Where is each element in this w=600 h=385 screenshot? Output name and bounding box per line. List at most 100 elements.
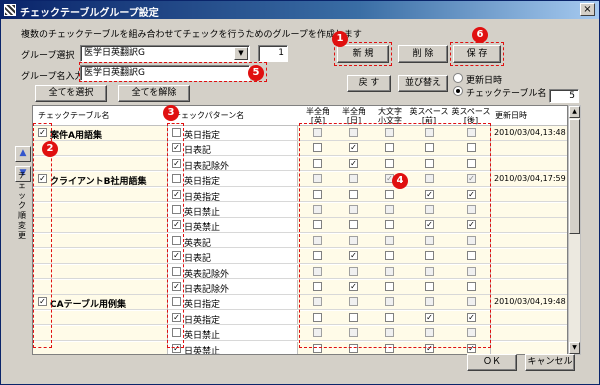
updated-cell	[491, 187, 567, 202]
pattern-label: 日表記除外	[184, 161, 230, 172]
pattern-cell: 英表記除外	[168, 264, 298, 280]
ok-button[interactable]: ＯＫ	[467, 354, 517, 371]
table-name-label: 案件A用語集	[50, 131, 102, 141]
updated-date: 2010/03/04,19:48	[494, 297, 566, 307]
marker-2-badge: 2	[42, 141, 58, 157]
sort-button[interactable]: 並び替え	[398, 75, 448, 92]
description-text: 複数のチェックテーブルを組み合わせてチェックを行うためのグループを作成します	[21, 30, 362, 40]
dialog-window: チェックテーブルグループ設定 × 複数のチェックテーブルを組み合わせてチェックを…	[0, 0, 600, 385]
delete-button[interactable]: 削 除	[398, 45, 448, 63]
col-c2-line1: 半全角	[342, 107, 366, 116]
pattern-label: 英日禁止	[184, 331, 221, 342]
updated-cell	[491, 341, 567, 354]
sort-by-name-radio[interactable]	[453, 86, 463, 96]
pattern-cell: ✓ 日英禁止	[168, 218, 298, 234]
group-select-label: グループ選択	[21, 51, 75, 61]
table-name-label: CAテーブル用例集	[50, 300, 127, 311]
scroll-up-icon[interactable]: ▲	[569, 106, 580, 118]
pattern-label: 英日禁止	[184, 208, 221, 218]
col-pattern-name: チェックパターン名	[173, 111, 245, 120]
title-bar: チェックテーブルグループ設定 ×	[1, 1, 599, 19]
sort-by-date-radio[interactable]	[453, 73, 463, 83]
updated-cell	[491, 156, 567, 171]
table-name-label: クライアントB社用語集	[50, 177, 147, 188]
table-name-cell	[33, 218, 168, 232]
marker-1-badge: 1	[332, 31, 348, 47]
pattern-label: 日表記除外	[184, 285, 230, 295]
table-name-cell	[33, 310, 168, 325]
table-name-cell	[33, 341, 168, 354]
pattern-label: 日表記	[184, 146, 212, 157]
pattern-cell: ✓ 日英禁止	[168, 341, 298, 355]
vertical-scrollbar[interactable]: ▲ ▼	[568, 105, 581, 355]
table-name-cell	[33, 203, 168, 217]
pattern-label: 日表記	[184, 254, 212, 265]
col-c5-line1: 英スペース	[451, 107, 491, 116]
sort-by-name-label: チェックテーブル名	[466, 89, 547, 99]
pattern-cell: ✓ 日表記	[168, 249, 298, 265]
pattern-cell: ✓ 日表記	[168, 141, 298, 157]
chevron-down-icon[interactable]: ▼	[234, 47, 248, 60]
marker-4-badge: 4	[392, 173, 408, 189]
group-name-label: グループ名入力	[21, 72, 84, 82]
pattern-cell: ✓ 日英指定	[168, 187, 298, 203]
marker-6-badge: 6	[472, 27, 488, 43]
group-count-field: 1	[258, 45, 288, 62]
pattern-cell: 英日指定	[168, 295, 298, 311]
col-c4-line1: 英スペース	[409, 107, 449, 116]
pattern-label: 英日指定	[184, 177, 221, 188]
marker-3-outline	[167, 123, 184, 348]
pattern-cell: 英表記	[168, 233, 298, 249]
updated-cell	[491, 141, 567, 155]
table-name-cell	[33, 280, 168, 294]
updated-cell	[491, 233, 567, 248]
pattern-label: 英表記除外	[184, 269, 230, 280]
select-all-button[interactable]: 全てを選択	[35, 85, 107, 102]
table-name-cell	[33, 249, 168, 263]
marker-5-outline	[79, 62, 267, 82]
pattern-cell: ✓ 日表記除外	[168, 280, 298, 295]
table-count-field: 5	[549, 89, 579, 103]
table-name-cell: ✓ クライアントB社用語集	[33, 172, 168, 188]
marker-4-outline	[299, 123, 491, 348]
marker-5-badge: 5	[248, 65, 264, 81]
updated-cell: 2010/03/04,17:59	[491, 172, 567, 186]
pattern-cell: 英日禁止	[168, 326, 298, 342]
app-icon	[4, 4, 16, 16]
col-c1-line1: 半全角	[306, 107, 330, 116]
marker-3-badge: 3	[163, 105, 179, 121]
pattern-label: 英日指定	[184, 300, 221, 311]
col-updated: 更新日時	[495, 111, 527, 120]
scroll-thumb[interactable]	[569, 119, 580, 234]
pattern-cell: 英日指定	[168, 126, 298, 141]
pattern-label: 英日指定	[184, 131, 221, 141]
pattern-label: 日英禁止	[184, 346, 221, 355]
pattern-cell: ✓ 日英指定	[168, 310, 298, 326]
cancel-button[interactable]: キャンセル	[525, 354, 575, 371]
group-select-combo[interactable]: 医学日英翻訳G ▼	[80, 45, 250, 62]
updated-cell	[491, 264, 567, 279]
updated-cell	[491, 326, 567, 340]
pattern-label: 日英指定	[184, 315, 221, 326]
updated-cell	[491, 310, 567, 325]
pattern-label: 日英指定	[184, 192, 221, 203]
move-up-icon[interactable]: ▲	[15, 146, 31, 162]
deselect-all-button[interactable]: 全てを解除	[118, 85, 190, 102]
col-table-name: チェックテーブル名	[38, 111, 110, 120]
updated-date: 2010/03/04,13:48	[494, 128, 566, 137]
updated-cell: 2010/03/04,19:48	[491, 295, 567, 309]
scroll-down-icon[interactable]: ▼	[569, 342, 580, 354]
updated-cell	[491, 203, 567, 217]
table-name-cell: ✓ 案件A用語集	[33, 126, 168, 141]
pattern-cell: 英日指定	[168, 172, 298, 188]
table-name-cell	[33, 156, 168, 171]
back-button[interactable]: 戻 す	[347, 75, 391, 92]
updated-cell	[491, 280, 567, 294]
sort-by-date-label: 更新日時	[466, 76, 503, 86]
window-title: チェックテーブルグループ設定	[20, 8, 159, 19]
table-name-cell	[33, 187, 168, 202]
table-name-cell	[33, 233, 168, 248]
pattern-label: 日英禁止	[184, 223, 221, 234]
table-name-cell	[33, 326, 168, 340]
close-icon[interactable]: ×	[580, 3, 595, 16]
